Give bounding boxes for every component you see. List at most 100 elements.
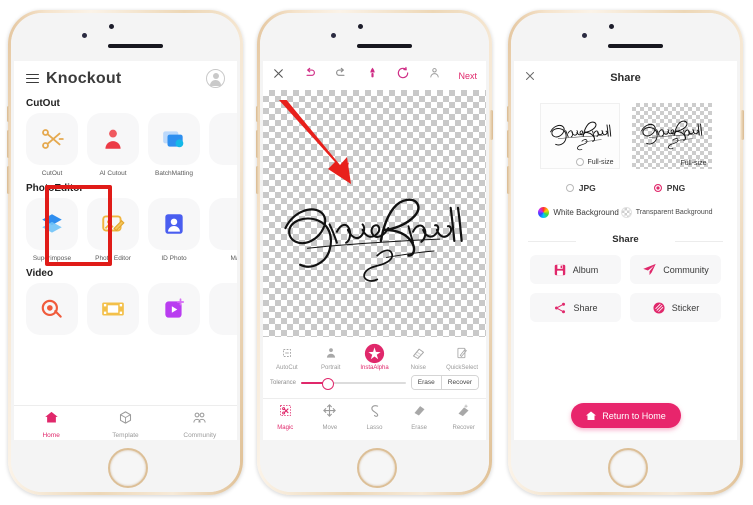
bottom-tab-bar: Home Template Community [14, 405, 237, 440]
tile-row-video [14, 283, 237, 340]
redo-arrow-icon[interactable] [334, 66, 348, 85]
preview-transparent[interactable]: Full-size [631, 103, 712, 169]
scissors-icon [42, 129, 64, 149]
tile-video-cutout[interactable] [26, 283, 78, 340]
tool-quickselect[interactable]: QuickSelect [440, 342, 484, 371]
preview-white[interactable]: Full-size [539, 103, 620, 169]
front-camera-icon [357, 24, 363, 29]
tile-icon-wrap [209, 113, 237, 165]
tile-cutout[interactable]: CutOut [26, 113, 78, 177]
preview-label-group[interactable]: Full-size [680, 160, 706, 167]
tile-icon-wrap [148, 283, 200, 335]
recover-mode-button[interactable]: Recover [440, 376, 478, 389]
tile-partial-2[interactable]: Ma [209, 198, 237, 262]
tolerance-slider-knob[interactable] [322, 377, 335, 390]
erase-mode-button[interactable]: Erase [411, 376, 441, 389]
bottom-move[interactable]: Move [308, 399, 353, 440]
tool-portrait[interactable]: Portrait [309, 342, 353, 371]
format-label: PNG [666, 183, 686, 193]
bottom-menu-label: Recover [452, 425, 475, 431]
share-community-button[interactable]: Community [630, 255, 721, 284]
undo-arrow-icon[interactable] [303, 66, 317, 85]
hamburger-icon[interactable] [26, 71, 39, 86]
format-radio-jpg[interactable] [565, 184, 574, 192]
volume-down-button [256, 166, 259, 194]
phone3-bezel: Share Full-size Full-size JPG PNG White … [511, 13, 740, 492]
tool-icon-wrap [265, 342, 309, 364]
bottom-recover[interactable]: Recover [441, 399, 486, 440]
bottom-magic[interactable]: Magic [263, 399, 308, 440]
tile-id-photo[interactable]: ID Photo [148, 198, 200, 262]
background-white[interactable]: White Background [538, 207, 619, 218]
close-x-icon[interactable] [272, 67, 285, 85]
return-to-home-button[interactable]: Return to Home [570, 403, 681, 428]
background-row: White Background Transparent Background [514, 193, 737, 218]
next-button[interactable]: Next [458, 71, 477, 81]
home-button[interactable] [607, 448, 648, 488]
tile-partial-1[interactable] [209, 113, 237, 177]
preview-radio-white[interactable] [576, 158, 585, 166]
background-transparent[interactable]: Transparent Background [620, 207, 713, 218]
home-icon [586, 411, 597, 420]
tool-label: Noise [410, 365, 426, 371]
tile-row-cutout: CutOut AI Cutout BatchMatting [14, 113, 237, 177]
tile-photo-editor[interactable]: Photo Editor [87, 198, 139, 262]
preview-label: Full-size [587, 158, 614, 166]
tile-partial-3[interactable] [209, 283, 237, 340]
photo-pencil-icon [102, 215, 125, 232]
tool-instaalpha[interactable]: InstaAlpha [353, 342, 397, 371]
bottom-erase[interactable]: Erase [397, 399, 442, 440]
person-silhouette-icon [105, 129, 121, 149]
format-label: JPG [578, 183, 596, 193]
section-title-video: Video [26, 268, 54, 279]
tile-label: CutOut [41, 170, 63, 177]
tile-superimpose[interactable]: Superimpose [26, 198, 78, 262]
power-button [741, 110, 744, 140]
editor-canvas[interactable] [263, 90, 486, 337]
phone1-bezel: Knockout CutOut CutOut AI Cutout BatchMa… [11, 13, 240, 492]
refresh-circle-icon[interactable] [396, 66, 410, 85]
tab-home[interactable]: Home [14, 406, 88, 440]
home-button[interactable] [107, 448, 148, 488]
tile-label: AI Cutout [99, 170, 127, 177]
share-section-heading: Share [514, 218, 737, 245]
phone2-bottom-bezel [260, 440, 489, 492]
tile-video-play[interactable] [148, 283, 200, 340]
tool-icon-wrap [309, 342, 353, 364]
tile-batchmatting[interactable]: BatchMatting [148, 113, 200, 177]
home-button[interactable] [356, 448, 397, 488]
user-avatar-icon[interactable] [206, 69, 225, 88]
background-label: White Background [553, 208, 619, 217]
share-sticker-button[interactable]: Sticker [630, 293, 721, 322]
tool-autocut[interactable]: AutoCut [265, 342, 309, 371]
tool-icon-wrap [440, 342, 484, 364]
share-action-label: Album [572, 264, 599, 275]
tile-film-strip[interactable] [87, 283, 139, 340]
preview-label-group[interactable]: Full-size [576, 158, 614, 166]
tile-icon-wrap [26, 113, 78, 165]
brush-icon[interactable] [366, 66, 379, 85]
tile-row-photoeditor: Superimpose Photo Editor ID Photo M [14, 198, 237, 262]
bottom-lasso[interactable]: Lasso [352, 399, 397, 440]
volume-up-button [256, 130, 259, 158]
tool-label: Portrait [321, 365, 341, 371]
format-png[interactable]: PNG [653, 183, 686, 193]
film-strip-icon [102, 302, 124, 316]
tab-template[interactable]: Template [88, 406, 162, 440]
share-share-button[interactable]: Share [530, 293, 621, 322]
sensor-icon [581, 33, 587, 38]
share-album-button[interactable]: Album [530, 255, 621, 284]
tolerance-slider[interactable] [301, 377, 406, 390]
tool-noise[interactable]: Noise [396, 342, 440, 371]
quickselect-icon [457, 347, 468, 359]
compare-person-icon[interactable] [428, 66, 441, 85]
tile-icon-wrap [87, 113, 139, 165]
format-jpg[interactable]: JPG [565, 183, 596, 193]
tool-row: AutoCut Portrait InstaAlpha Noise QuickS… [263, 337, 486, 371]
mute-switch [7, 106, 10, 122]
format-radio-png[interactable] [653, 184, 662, 192]
power-button [490, 110, 493, 140]
tile-ai-cutout[interactable]: AI Cutout [87, 113, 139, 177]
tab-community[interactable]: Community [163, 406, 237, 440]
phone2-top-bezel [260, 13, 489, 61]
